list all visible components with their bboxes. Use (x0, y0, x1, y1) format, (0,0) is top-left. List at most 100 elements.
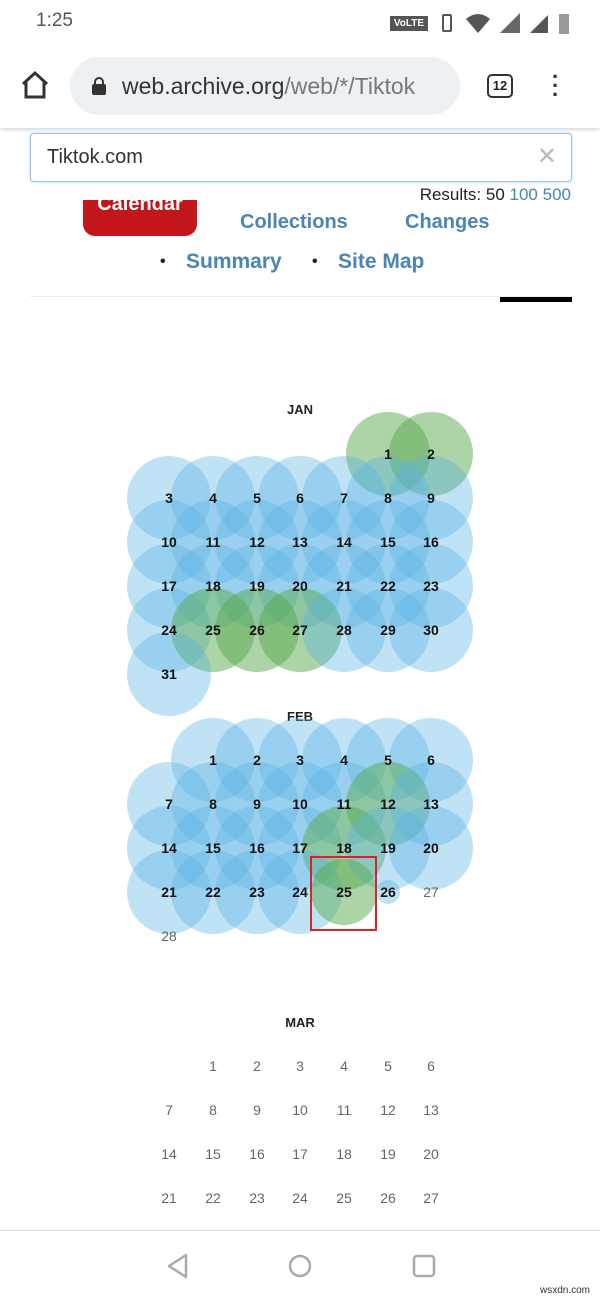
calendar-day: 12 (380, 1102, 396, 1118)
calendar-day: 18 (336, 1146, 352, 1162)
android-nav-bar: wsxdn.com (0, 1230, 600, 1300)
calendar-day[interactable]: 2 (411, 446, 451, 462)
calendar-day[interactable]: 18 (193, 578, 233, 594)
calendar-day: 14 (161, 1146, 177, 1162)
calendar-day[interactable]: 7 (149, 796, 189, 812)
calendar-day[interactable]: 9 (411, 490, 451, 506)
calendar-day[interactable]: 26 (368, 884, 408, 900)
calendar-day[interactable]: 20 (411, 840, 451, 856)
calendar-day: 9 (253, 1102, 261, 1118)
calendar-day: 28 (161, 928, 177, 944)
calendar-day: 8 (209, 1102, 217, 1118)
calendar-day: 22 (205, 1190, 221, 1206)
calendar-day[interactable]: 4 (193, 490, 233, 506)
calendar-day[interactable]: 25 (193, 622, 233, 638)
calendar-day[interactable]: 1 (368, 446, 408, 462)
calendar-day[interactable]: 10 (149, 534, 189, 550)
calendar-day[interactable]: 7 (324, 490, 364, 506)
calendar-day: 5 (384, 1058, 392, 1074)
calendar-day[interactable]: 29 (368, 622, 408, 638)
watermark: wsxdn.com (539, 1285, 590, 1296)
calendar-day[interactable]: 15 (368, 534, 408, 550)
calendar-day[interactable]: 11 (324, 796, 364, 812)
calendar-day[interactable]: 24 (149, 622, 189, 638)
browser-toolbar: web.archive.org/web/*/Tiktok 12 · · · (0, 42, 600, 128)
calendar-day[interactable]: 3 (149, 490, 189, 506)
calendar-day[interactable]: 10 (280, 796, 320, 812)
calendar-day: 3 (296, 1058, 304, 1074)
calendar-day: 27 (423, 884, 439, 900)
url-text: web.archive.org/web/*/Tiktok (122, 73, 416, 99)
calendar-day[interactable]: 18 (324, 840, 364, 856)
calendar-day[interactable]: 12 (237, 534, 277, 550)
calendar-day: 25 (336, 1190, 352, 1206)
calendar-day: 17 (292, 1146, 308, 1162)
lock-icon (92, 77, 106, 95)
calendar-day[interactable]: 17 (280, 840, 320, 856)
calendar-day[interactable]: 26 (237, 622, 277, 638)
calendar-day: 20 (423, 1146, 439, 1162)
calendar-day: 24 (292, 1190, 308, 1206)
calendar-day[interactable]: 24 (280, 884, 320, 900)
calendar-day[interactable]: 15 (193, 840, 233, 856)
calendar-day[interactable]: 21 (324, 578, 364, 594)
calendar-day[interactable]: 8 (368, 490, 408, 506)
calendar-day[interactable]: 20 (280, 578, 320, 594)
calendar-day: 27 (423, 1190, 439, 1206)
month-title: MAR (285, 1015, 315, 1030)
calendar-day[interactable]: 22 (193, 884, 233, 900)
calendar-day[interactable]: 30 (411, 622, 451, 638)
calendar-day: 4 (340, 1058, 348, 1074)
calendar-day[interactable]: 31 (149, 666, 189, 682)
calendar-day[interactable]: 25 (324, 884, 364, 900)
calendar-day: 6 (427, 1058, 435, 1074)
capture-calendar: JAN FEB MAR 1 2 3 4 5 6 7 8 9 10 11 12 13 14 15 16 17 18 19 20… (0, 0, 600, 1230)
calendar-day[interactable]: 13 (280, 534, 320, 550)
more-menu-icon[interactable]: · · · (552, 66, 559, 106)
calendar-day[interactable]: 16 (411, 534, 451, 550)
calendar-day: 7 (165, 1102, 173, 1118)
calendar-day: 23 (249, 1190, 265, 1206)
calendar-day[interactable]: 23 (411, 578, 451, 594)
calendar-day: 10 (292, 1102, 308, 1118)
month-title: JAN (286, 402, 313, 417)
calendar-day: 11 (336, 1102, 352, 1118)
calendar-day[interactable]: 5 (368, 752, 408, 768)
calendar-day[interactable]: 6 (411, 752, 451, 768)
calendar-day: 19 (380, 1146, 396, 1162)
tab-switcher-button[interactable]: 12 (487, 74, 513, 98)
calendar-day[interactable]: 1 (193, 752, 233, 768)
home-icon[interactable] (20, 70, 50, 100)
calendar-day[interactable]: 11 (193, 534, 233, 550)
calendar-day: 26 (380, 1190, 396, 1206)
address-bar[interactable]: web.archive.org/web/*/Tiktok (70, 57, 460, 115)
calendar-day[interactable]: 19 (237, 578, 277, 594)
calendar-day[interactable]: 28 (324, 622, 364, 638)
calendar-day[interactable]: 14 (324, 534, 364, 550)
home-nav-icon[interactable] (287, 1253, 313, 1279)
calendar-day[interactable]: 14 (149, 840, 189, 856)
calendar-day[interactable]: 17 (149, 578, 189, 594)
calendar-day[interactable]: 3 (280, 752, 320, 768)
calendar-day[interactable]: 9 (237, 796, 277, 812)
calendar-day: 13 (423, 1102, 439, 1118)
calendar-day[interactable]: 16 (237, 840, 277, 856)
calendar-day[interactable]: 5 (237, 490, 277, 506)
calendar-day[interactable]: 12 (368, 796, 408, 812)
calendar-day[interactable]: 13 (411, 796, 451, 812)
calendar-day[interactable]: 2 (237, 752, 277, 768)
recents-icon[interactable] (411, 1253, 437, 1279)
calendar-day: 1 (209, 1058, 217, 1074)
calendar-day[interactable]: 27 (280, 622, 320, 638)
calendar-day[interactable]: 23 (237, 884, 277, 900)
calendar-day: 21 (161, 1190, 177, 1206)
calendar-day[interactable]: 6 (280, 490, 320, 506)
calendar-day[interactable]: 19 (368, 840, 408, 856)
calendar-day: 2 (253, 1058, 261, 1074)
calendar-day[interactable]: 8 (193, 796, 233, 812)
calendar-day: 16 (249, 1146, 265, 1162)
calendar-day[interactable]: 21 (149, 884, 189, 900)
calendar-day[interactable]: 22 (368, 578, 408, 594)
back-icon[interactable] (166, 1253, 190, 1279)
calendar-day[interactable]: 4 (324, 752, 364, 768)
